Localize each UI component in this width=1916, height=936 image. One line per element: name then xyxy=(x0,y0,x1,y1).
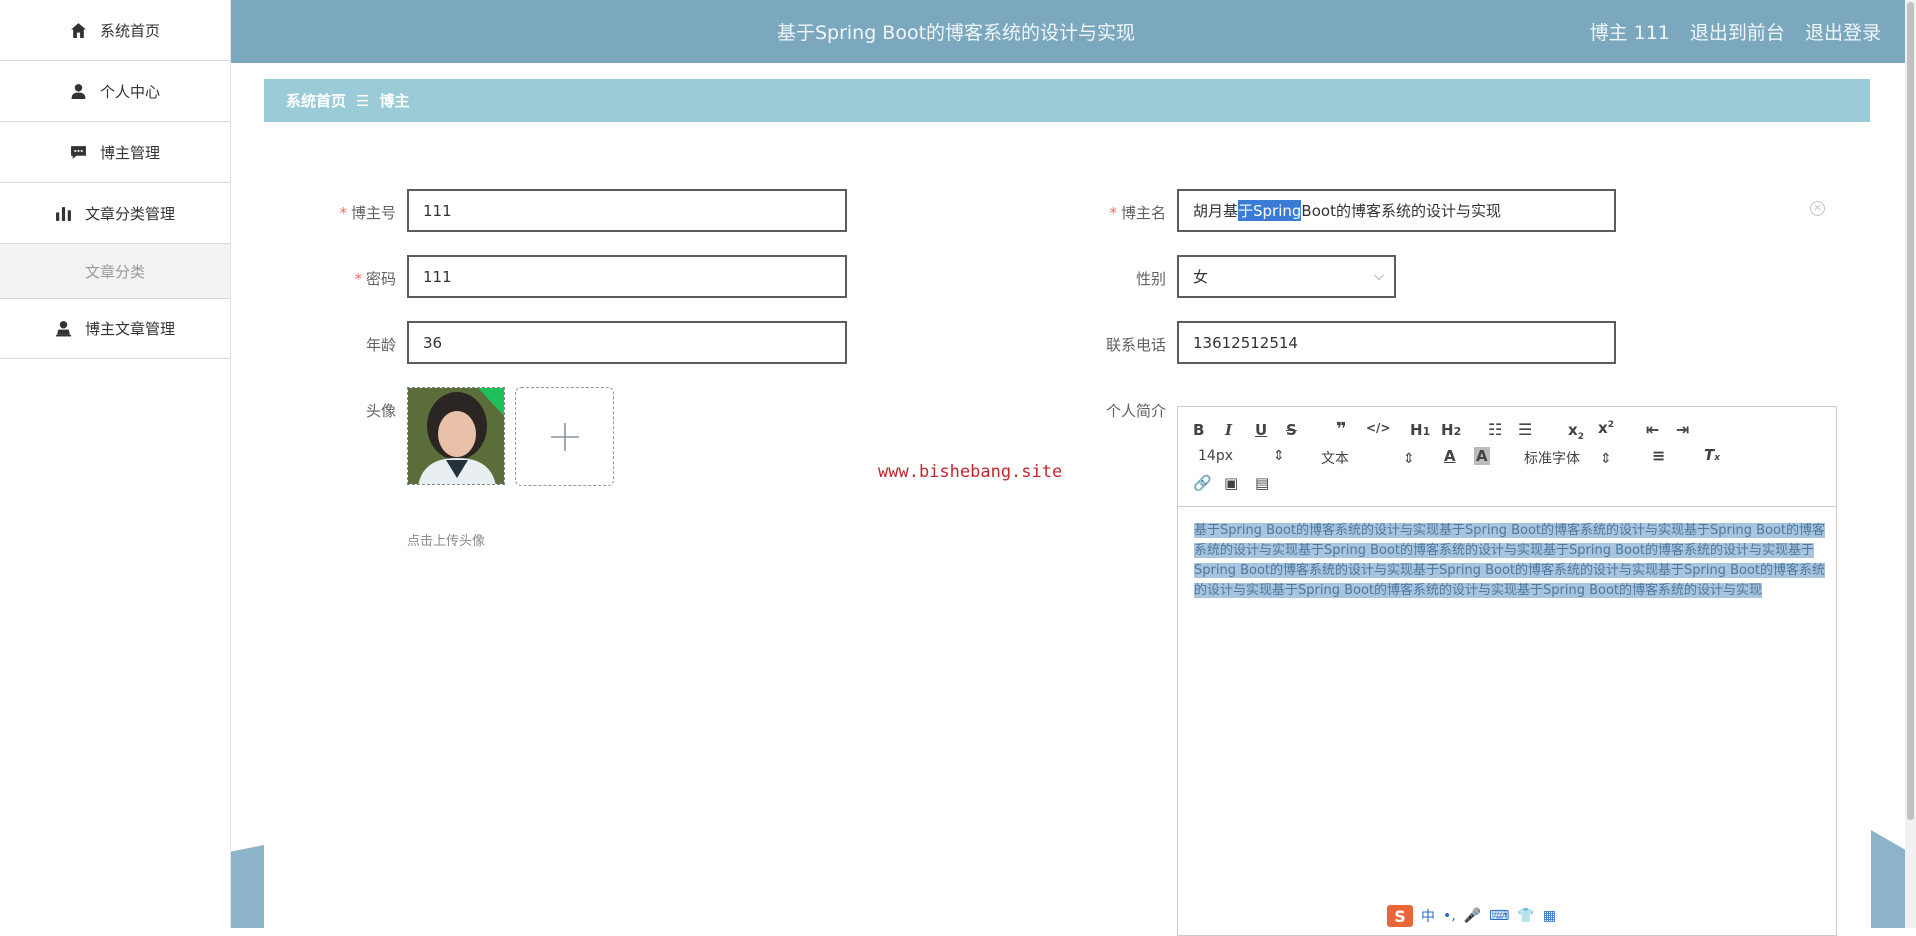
scrollbar-thumb[interactable] xyxy=(1907,2,1914,820)
home-icon xyxy=(70,21,88,39)
phone-input[interactable]: 13612512514 xyxy=(1177,321,1616,364)
sidebar-item-label: 个人中心 xyxy=(99,82,160,101)
background-decoration xyxy=(231,845,264,928)
sidebar-item-label: 系统首页 xyxy=(99,21,160,40)
align-icon[interactable]: ≡ xyxy=(1652,446,1665,465)
punctuation-icon[interactable]: •, xyxy=(1443,908,1456,924)
password-input[interactable]: 111 xyxy=(407,255,847,298)
sidebar-item-label: 文章分类 xyxy=(84,262,145,281)
to-front-link[interactable]: 退出到前台 xyxy=(1690,22,1785,44)
person-icon xyxy=(55,320,73,338)
clear-icon[interactable]: ✕ xyxy=(1810,201,1825,216)
bio-editor[interactable]: B I U S ❞ </> H1 H2 ☷ ☰ x2 x2 ⇤ ⇥ 14px ⇕ … xyxy=(1177,406,1837,936)
font-size-select[interactable]: 14px ⇕ xyxy=(1198,448,1285,464)
header-actions: 博主 111 退出到前台 退出登录 xyxy=(1576,18,1881,45)
sidebar-item-articles[interactable]: 博主文章管理 xyxy=(0,298,230,359)
ordered-list-icon[interactable]: ☷ xyxy=(1488,420,1502,439)
bullet-list-icon[interactable]: ☰ xyxy=(1518,420,1532,439)
sidebar-item-label: 文章分类管理 xyxy=(84,204,175,223)
age-input[interactable]: 36 xyxy=(407,321,847,364)
sidebar-item-category-mgmt[interactable]: 文章分类管理 xyxy=(0,183,230,244)
text-color-icon[interactable]: A xyxy=(1444,447,1456,465)
mic-icon[interactable]: 🎤 xyxy=(1464,908,1481,924)
editor-content[interactable]: 基于Spring Boot的博客系统的设计与实现基于Spring Boot的博客… xyxy=(1194,521,1826,601)
image-icon[interactable]: ▣ xyxy=(1224,474,1238,492)
outdent-icon[interactable]: ⇤ xyxy=(1646,420,1659,439)
font-family-select[interactable]: 标准字体 ⇕ xyxy=(1524,448,1612,468)
chat-icon xyxy=(70,143,88,161)
bio-label: 个人简介 xyxy=(1105,402,1166,420)
ime-lang[interactable]: 中 xyxy=(1421,906,1435,926)
italic-button[interactable]: I xyxy=(1225,421,1232,439)
keyboard-icon[interactable]: ⌨ xyxy=(1489,908,1509,924)
breadcrumb: 系统首页 ☰ 博主 xyxy=(264,79,1870,122)
header-type-select[interactable]: 文本 ⇕ xyxy=(1321,448,1415,468)
bold-button[interactable]: B xyxy=(1193,421,1204,439)
h2-button[interactable]: H2 xyxy=(1441,421,1461,439)
avatar-label: 头像 xyxy=(365,402,396,420)
avatar-image[interactable] xyxy=(407,387,505,485)
sogou-logo-icon: S xyxy=(1387,905,1413,927)
current-user: 博主 111 xyxy=(1589,22,1670,44)
watermark-text: www.bishebang.site xyxy=(878,462,1063,482)
bar-chart-icon xyxy=(55,204,73,222)
phone-label: 联系电话 xyxy=(1105,336,1166,354)
clear-format-icon[interactable]: Tx xyxy=(1704,446,1720,464)
subscript-button[interactable]: x2 xyxy=(1568,421,1584,442)
video-icon[interactable]: ▤ xyxy=(1255,474,1269,492)
sidebar-item-label: 博主管理 xyxy=(99,143,160,162)
gender-select[interactable]: 女 xyxy=(1177,255,1396,298)
plus-icon xyxy=(550,422,579,451)
quote-icon[interactable]: ❞ xyxy=(1336,419,1347,440)
avatar-upload-hint: 点击上传头像 xyxy=(407,534,486,549)
top-header: 基于Spring Boot的博客系统的设计与实现 博主 111 退出到前台 退出… xyxy=(231,0,1905,63)
code-icon[interactable]: </> xyxy=(1366,421,1391,435)
grid-icon[interactable]: ▦ xyxy=(1543,908,1556,924)
editor-toolbar: B I U S ❞ </> H1 H2 ☷ ☰ x2 x2 ⇤ ⇥ 14px ⇕ … xyxy=(1178,407,1836,507)
background-decoration xyxy=(1871,830,1905,928)
age-label: 年龄 xyxy=(365,336,396,354)
breadcrumb-home[interactable]: 系统首页 xyxy=(286,90,346,111)
breadcrumb-separator: ☰ xyxy=(356,91,370,110)
gender-label: 性别 xyxy=(1135,270,1166,288)
link-icon[interactable]: 🔗 xyxy=(1193,474,1212,492)
chevron-down-icon xyxy=(1374,270,1384,280)
user-icon xyxy=(70,82,88,100)
name-input[interactable]: 胡月基 于Spring Boot的博客系统的设计与实现 xyxy=(1177,189,1616,232)
account-input[interactable]: 111 xyxy=(407,189,847,232)
password-label: * 密码 xyxy=(354,270,396,288)
sidebar: 系统首页 个人中心 博主管理 文章分类管理 文章分类 博主文章管理 xyxy=(0,0,231,928)
sidebar-subitem-category[interactable]: 文章分类 xyxy=(0,244,230,298)
ime-toolbar[interactable]: S 中 •, 🎤 ⌨ 👕 ▦ xyxy=(1385,904,1563,928)
sidebar-item-label: 博主文章管理 xyxy=(84,320,175,338)
logout-link[interactable]: 退出登录 xyxy=(1805,22,1881,44)
sidebar-item-blogger[interactable]: 博主管理 xyxy=(0,122,230,183)
underline-button[interactable]: U xyxy=(1255,421,1267,439)
page-scrollbar[interactable] xyxy=(1905,0,1916,928)
breadcrumb-current: 博主 xyxy=(379,92,410,110)
strike-button[interactable]: S xyxy=(1286,421,1297,439)
avatar-upload-button[interactable] xyxy=(515,387,614,486)
name-label: * 博主名 xyxy=(1109,204,1166,222)
h1-button[interactable]: H1 xyxy=(1410,421,1430,439)
skin-icon[interactable]: 👕 xyxy=(1517,908,1534,924)
account-label: * 博主号 xyxy=(339,204,396,222)
sidebar-item-profile[interactable]: 个人中心 xyxy=(0,61,230,122)
indent-icon[interactable]: ⇥ xyxy=(1676,420,1689,439)
app-title: 基于Spring Boot的博客系统的设计与实现 xyxy=(776,22,1136,44)
sidebar-item-home[interactable]: 系统首页 xyxy=(0,0,230,61)
superscript-button[interactable]: x2 xyxy=(1598,419,1614,437)
background-color-icon[interactable]: A xyxy=(1474,447,1490,465)
